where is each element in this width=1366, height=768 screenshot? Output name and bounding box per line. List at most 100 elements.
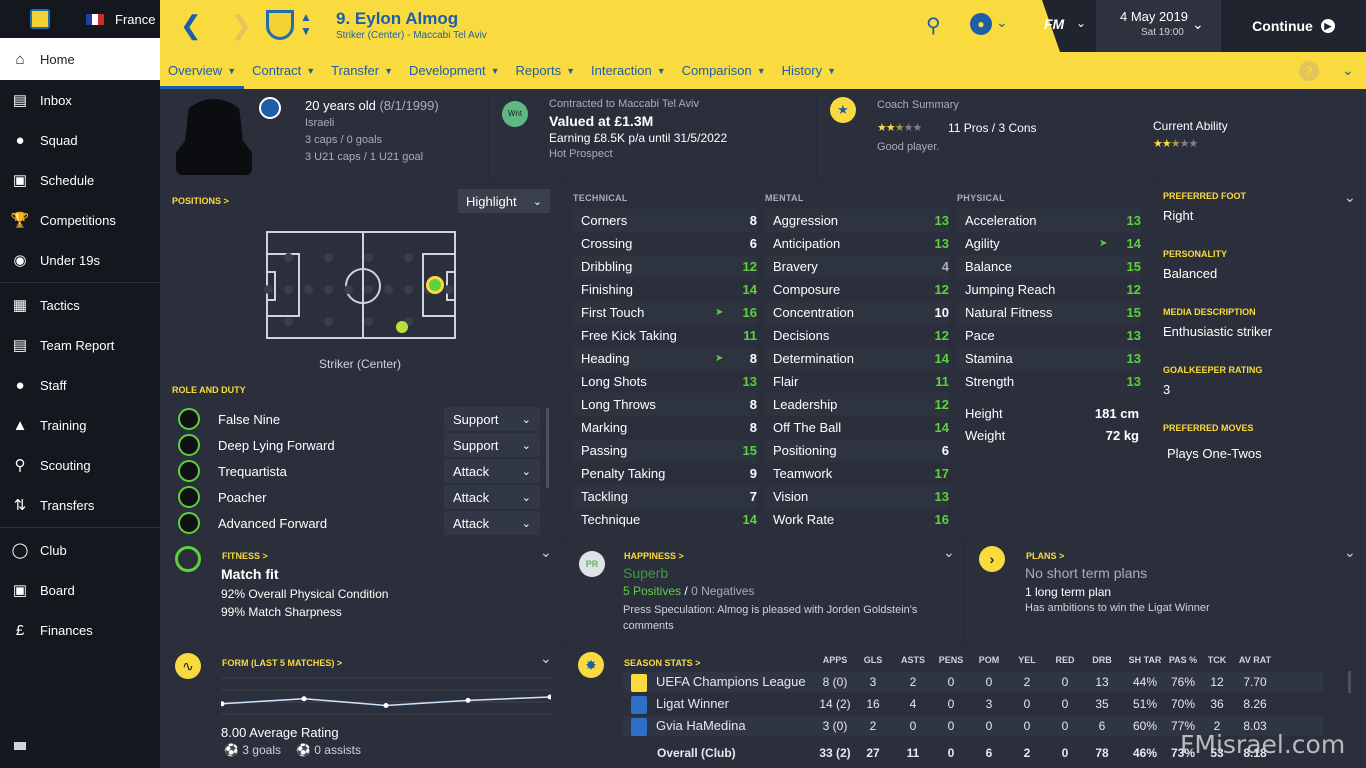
stats-header[interactable]: POM — [969, 655, 1009, 665]
attribute-row[interactable]: Finishing 14 — [573, 278, 757, 301]
form-link[interactable]: FORM (LAST 5 MATCHES) > — [222, 658, 342, 668]
keyboard-icon[interactable] — [14, 742, 26, 750]
attribute-row[interactable]: First Touch ➤ 16 — [573, 301, 757, 324]
season-stats-link[interactable]: SEASON STATS > — [624, 658, 700, 668]
stats-header[interactable]: DRB — [1082, 655, 1122, 665]
position-dot[interactable] — [404, 285, 413, 294]
chevron-down-icon[interactable]: ⌄ — [1076, 16, 1086, 30]
position-dot[interactable] — [344, 285, 353, 294]
attribute-row[interactable]: Tackling 7 — [573, 485, 757, 508]
sidebar-item-staff[interactable]: ● Staff — [0, 365, 160, 405]
tab-overview[interactable]: Overview ▼ — [160, 52, 245, 89]
attribute-row[interactable]: Composure 12 — [765, 278, 949, 301]
attribute-row[interactable]: Free Kick Taking 11 — [573, 324, 757, 347]
sidebar-item-transfers[interactable]: ⇅ Transfers — [0, 485, 160, 525]
duty-dropdown[interactable]: Attack ⌄ — [444, 459, 540, 483]
attribute-row[interactable]: Crossing 6 — [573, 232, 757, 255]
attribute-row[interactable]: Marking 8 — [573, 416, 757, 439]
sidebar-item-scouting[interactable]: ⚲ Scouting — [0, 445, 160, 485]
form-point[interactable] — [465, 697, 471, 703]
sidebar-item-board[interactable]: ▣ Board — [0, 570, 160, 610]
position-dot[interactable] — [324, 253, 333, 262]
duty-dropdown[interactable]: Support ⌄ — [444, 433, 540, 457]
position-dot[interactable] — [284, 253, 293, 262]
positions-link[interactable]: POSITIONS > — [172, 196, 229, 206]
stats-header[interactable]: APPS — [815, 655, 855, 665]
help-icon[interactable]: ? — [1299, 61, 1319, 81]
position-dot[interactable] — [364, 285, 373, 294]
attribute-row[interactable]: Work Rate 16 — [765, 508, 949, 531]
attribute-row[interactable]: Heading ➤ 8 — [573, 347, 757, 370]
tab-interaction[interactable]: Interaction ▼ — [583, 52, 674, 89]
role-row[interactable]: Poacher Attack ⌄ — [178, 484, 544, 510]
stats-header[interactable]: GLS — [853, 655, 893, 665]
chevron-down-icon[interactable]: ⌄ — [540, 544, 552, 561]
position-dot[interactable] — [364, 317, 373, 326]
sidebar-item-schedule[interactable]: ▣ Schedule — [0, 160, 160, 200]
attribute-row[interactable]: Anticipation 13 — [765, 232, 949, 255]
competition-name[interactable]: Gvia HaMedina — [656, 718, 746, 733]
sidebar-item-under-19s[interactable]: ◉ Under 19s — [0, 240, 160, 280]
u21-caps[interactable]: 3 U21 caps / 1 U21 goal — [305, 151, 423, 163]
sidebar-item-squad[interactable]: ● Squad — [0, 120, 160, 160]
duty-dropdown[interactable]: Attack ⌄ — [444, 511, 540, 535]
stats-scrollbar[interactable] — [1348, 671, 1351, 693]
chevron-down-icon[interactable]: ⌄ — [1344, 544, 1356, 561]
fitness-link[interactable]: FITNESS > — [222, 551, 268, 561]
player-switch-arrows-icon[interactable]: ▲ ▼ — [300, 10, 312, 38]
stats-header[interactable]: YEL — [1007, 655, 1047, 665]
position-dot[interactable] — [324, 317, 333, 326]
position-dot[interactable] — [364, 253, 373, 262]
happiness-link[interactable]: HAPPINESS > — [624, 551, 684, 561]
position-dot[interactable] — [384, 285, 393, 294]
position-dot[interactable] — [324, 285, 333, 294]
search-icon[interactable]: ⚲ — [926, 13, 941, 38]
sidebar-item-tactics[interactable]: ▦ Tactics — [0, 285, 160, 325]
position-dot[interactable] — [304, 285, 313, 294]
sidebar-item-club[interactable]: ◯ Club — [0, 530, 160, 570]
stats-header[interactable]: ASTS — [893, 655, 933, 665]
attribute-row[interactable]: Penalty Taking 9 — [573, 462, 757, 485]
duty-dropdown[interactable]: Support ⌄ — [444, 407, 540, 431]
stats-header[interactable]: RED — [1045, 655, 1085, 665]
attribute-row[interactable]: Vision 13 — [765, 485, 949, 508]
caps[interactable]: 3 caps / 0 goals — [305, 134, 382, 146]
preferred-move-item[interactable]: Plays One-Twos — [1167, 446, 1262, 461]
attribute-row[interactable]: Long Shots 13 — [573, 370, 757, 393]
attribute-row[interactable]: Leadership 12 — [765, 393, 949, 416]
sidebar-item-home[interactable]: ⌂ Home — [0, 38, 160, 80]
attribute-row[interactable]: Jumping Reach 12 — [957, 278, 1141, 301]
tab-contract[interactable]: Contract ▼ — [244, 52, 323, 89]
stats-header[interactable]: TCK — [1197, 655, 1237, 665]
attribute-row[interactable]: Pace 13 — [957, 324, 1141, 347]
attribute-row[interactable]: Technique 14 — [573, 508, 757, 531]
tab-comparison[interactable]: Comparison ▼ — [674, 52, 774, 89]
position-dot[interactable] — [444, 285, 453, 294]
chevron-down-icon[interactable]: ⌄ — [996, 14, 1008, 31]
globe-icon[interactable]: ● — [970, 13, 992, 35]
position-dot[interactable] — [264, 285, 273, 294]
pros-cons[interactable]: 11 Pros / 3 Cons — [948, 121, 1037, 135]
attribute-row[interactable]: Passing 15 — [573, 439, 757, 462]
competition-name[interactable]: UEFA Champions League — [656, 674, 806, 689]
form-point[interactable] — [383, 703, 389, 708]
club-badge-icon[interactable] — [30, 9, 50, 29]
positives-count[interactable]: 5 Positives — [623, 584, 681, 598]
sidebar-item-team-report[interactable]: ▤ Team Report — [0, 325, 160, 365]
attribute-row[interactable]: Positioning 6 — [765, 439, 949, 462]
attribute-row[interactable]: Acceleration 13 — [957, 209, 1141, 232]
attribute-row[interactable]: Concentration 10 — [765, 301, 949, 324]
sidebar-item-finances[interactable]: £ Finances — [0, 610, 160, 650]
sidebar-item-competitions[interactable]: 🏆 Competitions — [0, 200, 160, 240]
tab-development[interactable]: Development ▼ — [401, 52, 508, 89]
forward-arrow-icon[interactable]: ❯ — [230, 12, 252, 38]
attribute-row[interactable]: Agility ➤ 14 — [957, 232, 1141, 255]
form-point[interactable] — [301, 696, 307, 702]
sidebar-item-inbox[interactable]: ▤ Inbox — [0, 80, 160, 120]
chevron-down-icon[interactable]: ⌄ — [540, 650, 552, 667]
attribute-row[interactable]: Balance 15 — [957, 255, 1141, 278]
tab-transfer[interactable]: Transfer ▼ — [323, 52, 401, 89]
alternate-position-marker[interactable] — [396, 321, 408, 333]
chevron-down-icon[interactable]: ⌄ — [943, 544, 955, 561]
position-dot[interactable] — [284, 317, 293, 326]
